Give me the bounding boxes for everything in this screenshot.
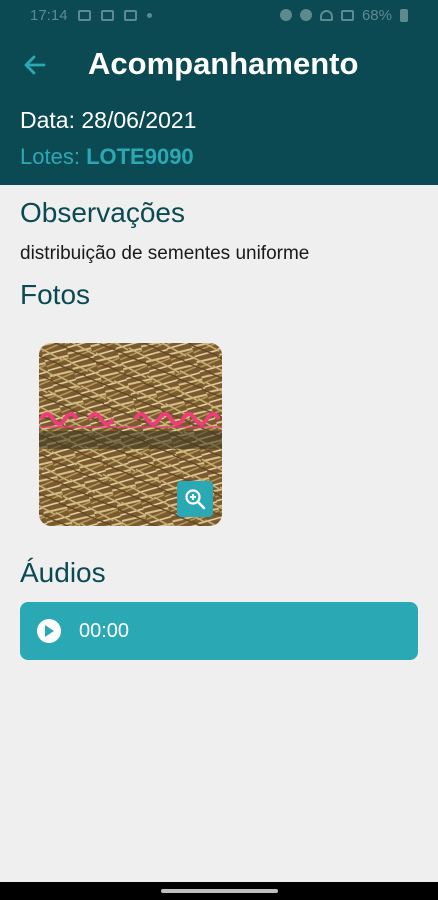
audios-title: Áudios xyxy=(20,557,106,588)
lotes-label: Lotes: xyxy=(20,144,80,169)
mute-icon xyxy=(299,9,312,21)
system-nav-bar xyxy=(0,882,438,900)
telegram-notification-icon xyxy=(100,9,114,21)
status-bar: 17:14 68% xyxy=(0,0,438,30)
battery-icon xyxy=(400,8,408,22)
status-time: 17:14 xyxy=(30,6,68,24)
fotos-title: Fotos xyxy=(20,279,91,310)
date-label: Data: 28/06/2021 xyxy=(20,107,197,133)
page-title: Acompanhamento xyxy=(88,46,359,81)
message-notification-icon xyxy=(123,9,137,21)
battery-percent: 68% xyxy=(361,6,392,24)
gallery-notification-icon xyxy=(77,9,91,21)
lotes-value: LOTE9090 xyxy=(86,144,194,169)
home-gesture-handle[interactable] xyxy=(161,889,278,893)
audio-time: 00:00 xyxy=(79,619,130,642)
alarm-icon xyxy=(279,9,292,21)
observacoes-text: distribuição de sementes uniforme xyxy=(20,243,310,264)
zoom-in-icon xyxy=(185,489,206,510)
observacoes-title: Observações xyxy=(20,197,185,228)
photo-thumbnail[interactable] xyxy=(39,343,222,526)
lotes-line: Lotes: LOTE9090 xyxy=(20,144,194,170)
audio-player[interactable]: 00:00 xyxy=(20,602,418,660)
signal-icon xyxy=(340,9,354,21)
notification-dot-icon xyxy=(146,12,152,18)
play-button[interactable] xyxy=(37,619,61,643)
app-header: Acompanhamento Data: 28/06/2021 Lotes: L… xyxy=(0,30,438,185)
zoom-button[interactable] xyxy=(177,481,213,517)
play-icon xyxy=(45,625,54,637)
back-arrow-icon[interactable] xyxy=(20,50,50,80)
wifi-icon xyxy=(319,9,333,21)
